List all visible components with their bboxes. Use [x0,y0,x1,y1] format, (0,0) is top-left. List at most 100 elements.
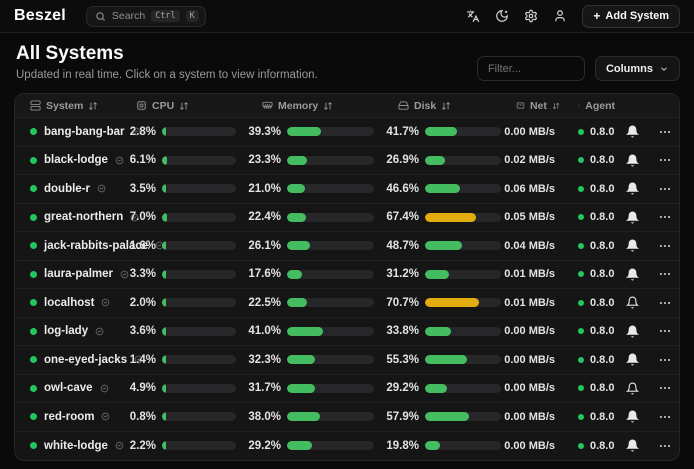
status-dot [30,128,37,135]
agent-status-dot [578,243,584,249]
table-row[interactable]: localhost 2.0% 22.5% 70.7% 0.01 MB/s 0.8… [15,289,679,318]
alerts-bell-button[interactable] [623,151,642,170]
row-menu-button[interactable] [655,321,675,341]
net-cell: 0.00 MB/s [510,382,560,394]
agent-cell: 0.8.0 [560,325,615,337]
system-name: black-lodge [44,154,108,166]
disk-cell: 57.9% [383,411,510,423]
agent-version: 0.8.0 [590,297,614,309]
chevron-down-icon [659,64,669,74]
languages-icon[interactable] [466,9,480,23]
agent-cell: 0.8.0 [560,240,615,252]
agent-version: 0.8.0 [590,183,614,195]
alerts-bell-button[interactable] [623,236,642,255]
search-input[interactable]: Search Ctrl K [86,6,206,27]
alerts-bell-button[interactable] [623,379,642,398]
row-menu-button[interactable] [655,293,675,313]
agent-version: 0.8.0 [590,211,614,223]
alerts-bell-button[interactable] [623,407,642,426]
table-row[interactable]: jack-rabbits-palace 1.6% 26.1% 48.7% 0.0… [15,232,679,261]
table-row[interactable]: red-room 0.8% 38.0% 57.9% 0.00 MB/s 0.8.… [15,403,679,432]
cpu-cell: 2.0% [120,297,245,309]
table-row[interactable]: one-eyed-jacks 1.4% 32.3% 55.3% 0.00 MB/… [15,346,679,375]
ellipsis-menu-icon [658,381,672,395]
disk-cell: 67.4% [383,211,510,223]
row-menu-button[interactable] [655,150,675,170]
user-icon[interactable] [553,9,567,23]
app-logo[interactable]: Beszel [14,7,66,25]
column-header-disk[interactable]: Disk [383,100,510,112]
column-label: Disk [414,100,436,112]
table-row[interactable]: double-r 3.5% 21.0% 46.6% 0.06 MB/s 0.8.… [15,175,679,204]
hard-drive-icon [398,100,409,111]
memory-cell: 21.0% [245,183,383,195]
row-menu-button[interactable] [655,236,675,256]
column-header-system[interactable]: System [15,100,120,112]
column-header-agent: Agent [560,100,615,112]
cpu-cell: 1.6% [120,240,245,252]
row-menu-button[interactable] [655,122,675,142]
column-header-memory[interactable]: Memory [245,100,383,112]
alerts-bell-button[interactable] [623,350,642,369]
filter-input[interactable] [477,56,585,81]
alerts-bell-button[interactable] [623,179,642,198]
column-label: Memory [278,100,318,112]
theme-moon-icon[interactable] [495,9,509,23]
memory-cell: 31.7% [245,382,383,394]
memory-value: 39.3% [245,126,281,138]
table-row[interactable]: log-lady 3.6% 41.0% 33.8% 0.00 MB/s 0.8.… [15,318,679,347]
bell-icon [626,211,639,224]
table-row[interactable]: black-lodge 6.1% 23.3% 26.9% 0.02 MB/s 0… [15,147,679,176]
column-header-cpu[interactable]: CPU [120,100,245,112]
row-menu-button[interactable] [655,436,675,456]
system-detail-icon [115,156,124,165]
system-detail-icon [101,298,110,307]
alerts-bell-button[interactable] [623,293,642,312]
status-dot [30,413,37,420]
memory-cell: 39.3% [245,126,383,138]
memory-meter [287,412,374,421]
table-row[interactable]: bang-bang-bar 2.8% 39.3% 41.7% 0.00 MB/s… [15,118,679,147]
table-row[interactable]: laura-palmer 3.3% 17.6% 31.2% 0.01 MB/s … [15,261,679,290]
alerts-bell-button[interactable] [623,265,642,284]
settings-gear-icon[interactable] [524,9,538,23]
bell-icon [626,154,639,167]
disk-value: 48.7% [383,240,419,252]
bell-icon [626,325,639,338]
alerts-bell-button[interactable] [623,436,642,455]
system-detail-icon [130,213,139,222]
disk-cell: 46.6% [383,183,510,195]
alerts-bell-button[interactable] [623,208,642,227]
row-menu-button[interactable] [655,350,675,370]
disk-cell: 19.8% [383,440,510,452]
net-value: 0.00 MB/s [504,354,555,366]
status-dot [30,328,37,335]
row-menu-button[interactable] [655,207,675,227]
agent-cell: 0.8.0 [560,297,615,309]
sort-icon [179,101,189,111]
system-name: localhost [44,297,94,309]
table-row[interactable]: great-northern 7.0% 22.4% 67.4% 0.05 MB/… [15,204,679,233]
disk-meter [425,298,501,307]
net-cell: 0.04 MB/s [510,240,560,252]
column-header-net[interactable]: Net [510,100,560,112]
net-cell: 0.00 MB/s [510,126,560,138]
ethernet-icon [516,100,525,111]
table-row[interactable]: white-lodge 2.2% 29.2% 19.8% 0.00 MB/s 0… [15,432,679,461]
agent-status-dot [578,357,584,363]
row-menu-button[interactable] [655,264,675,284]
columns-button[interactable]: Columns [595,56,680,81]
memory-cell: 22.5% [245,297,383,309]
add-system-button[interactable]: + Add System [582,5,680,28]
agent-version: 0.8.0 [590,126,614,138]
alerts-bell-button[interactable] [623,322,642,341]
row-menu-button[interactable] [655,407,675,427]
row-menu-button[interactable] [655,378,675,398]
alerts-bell-button[interactable] [623,122,642,141]
table-row[interactable]: owl-cave 4.9% 31.7% 29.2% 0.00 MB/s 0.8.… [15,375,679,404]
memory-cell: 22.4% [245,211,383,223]
agent-version: 0.8.0 [590,268,614,280]
cpu-meter [162,241,236,250]
row-menu-button[interactable] [655,179,675,199]
disk-cell: 70.7% [383,297,510,309]
